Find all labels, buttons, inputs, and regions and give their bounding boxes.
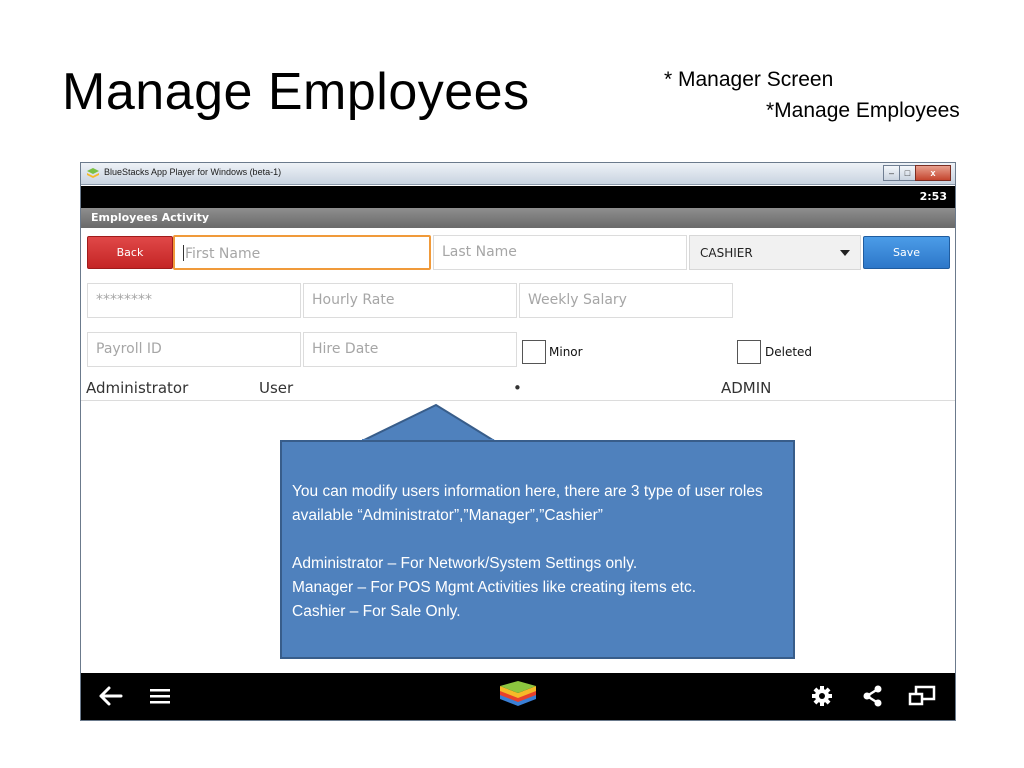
window-titlebar[interactable]: BlueStacks App Player for Windows (beta-… [81, 163, 955, 185]
callout-intro: You can modify users information here, t… [292, 483, 763, 524]
callout-cashier-role: Cashier – For Sale Only. [292, 603, 461, 620]
weekly-salary-input[interactable]: Weekly Salary [519, 283, 733, 318]
multi-window-icon[interactable] [907, 682, 937, 710]
minimize-button[interactable]: – [883, 165, 900, 181]
bluestacks-logo-icon[interactable] [497, 678, 539, 714]
callout-pointer [360, 403, 500, 443]
maximize-button[interactable]: □ [899, 165, 916, 181]
callout-admin-role: Administrator – For Network/System Setti… [292, 555, 638, 572]
slide: Manage Employees * Manager Screen *Manag… [0, 0, 1024, 768]
callout-text: You can modify users information here, t… [292, 480, 787, 624]
slide-note-manage-employees: *Manage Employees [766, 99, 960, 122]
hire-date-input[interactable]: Hire Date [303, 332, 517, 367]
employee-name: Administrator [86, 379, 189, 397]
share-icon[interactable] [859, 682, 885, 710]
action-bar: Employees Activity [81, 208, 955, 228]
menu-icon[interactable] [147, 682, 173, 710]
activity-title: Employees Activity [91, 211, 210, 224]
role-select[interactable]: CASHIER [689, 235, 861, 270]
minor-label: Minor [549, 345, 583, 359]
window-title: BlueStacks App Player for Windows (beta-… [104, 167, 282, 177]
minor-checkbox[interactable] [522, 340, 546, 364]
deleted-label: Deleted [765, 345, 813, 359]
android-status-bar: 2:53 [81, 186, 955, 208]
text-caret [183, 245, 184, 261]
slide-title: Manage Employees [62, 63, 530, 121]
window-controls: – □ x [883, 165, 951, 181]
first-name-placeholder: First Name [185, 246, 261, 262]
dropdown-arrow-icon [840, 250, 850, 256]
employee-type: User [259, 379, 294, 397]
payroll-id-input[interactable]: Payroll ID [87, 332, 301, 367]
callout-manager-role: Manager – For POS Mgmt Activities like c… [292, 579, 696, 596]
back-button[interactable]: Back [87, 236, 173, 269]
status-clock: 2:53 [919, 190, 947, 203]
back-arrow-icon[interactable] [95, 682, 125, 710]
password-input[interactable]: ******** [87, 283, 301, 318]
save-button[interactable]: Save [863, 236, 950, 269]
close-button[interactable]: x [915, 165, 951, 181]
employee-marker: • [513, 379, 522, 397]
android-nav-bar [81, 673, 955, 720]
slide-note-manager-screen: * Manager Screen [664, 68, 834, 91]
role-selected-value: CASHIER [700, 246, 753, 260]
settings-icon[interactable] [809, 682, 835, 710]
hourly-rate-input[interactable]: Hourly Rate [303, 283, 517, 318]
bluestacks-app-icon [87, 168, 99, 178]
annotation-callout: You can modify users information here, t… [280, 440, 795, 659]
employee-role: ADMIN [721, 379, 772, 397]
employee-list-row[interactable]: Administrator User • ADMIN [81, 375, 955, 401]
deleted-checkbox[interactable] [737, 340, 761, 364]
last-name-input[interactable]: Last Name [433, 235, 687, 270]
first-name-input[interactable]: First Name [173, 235, 431, 270]
